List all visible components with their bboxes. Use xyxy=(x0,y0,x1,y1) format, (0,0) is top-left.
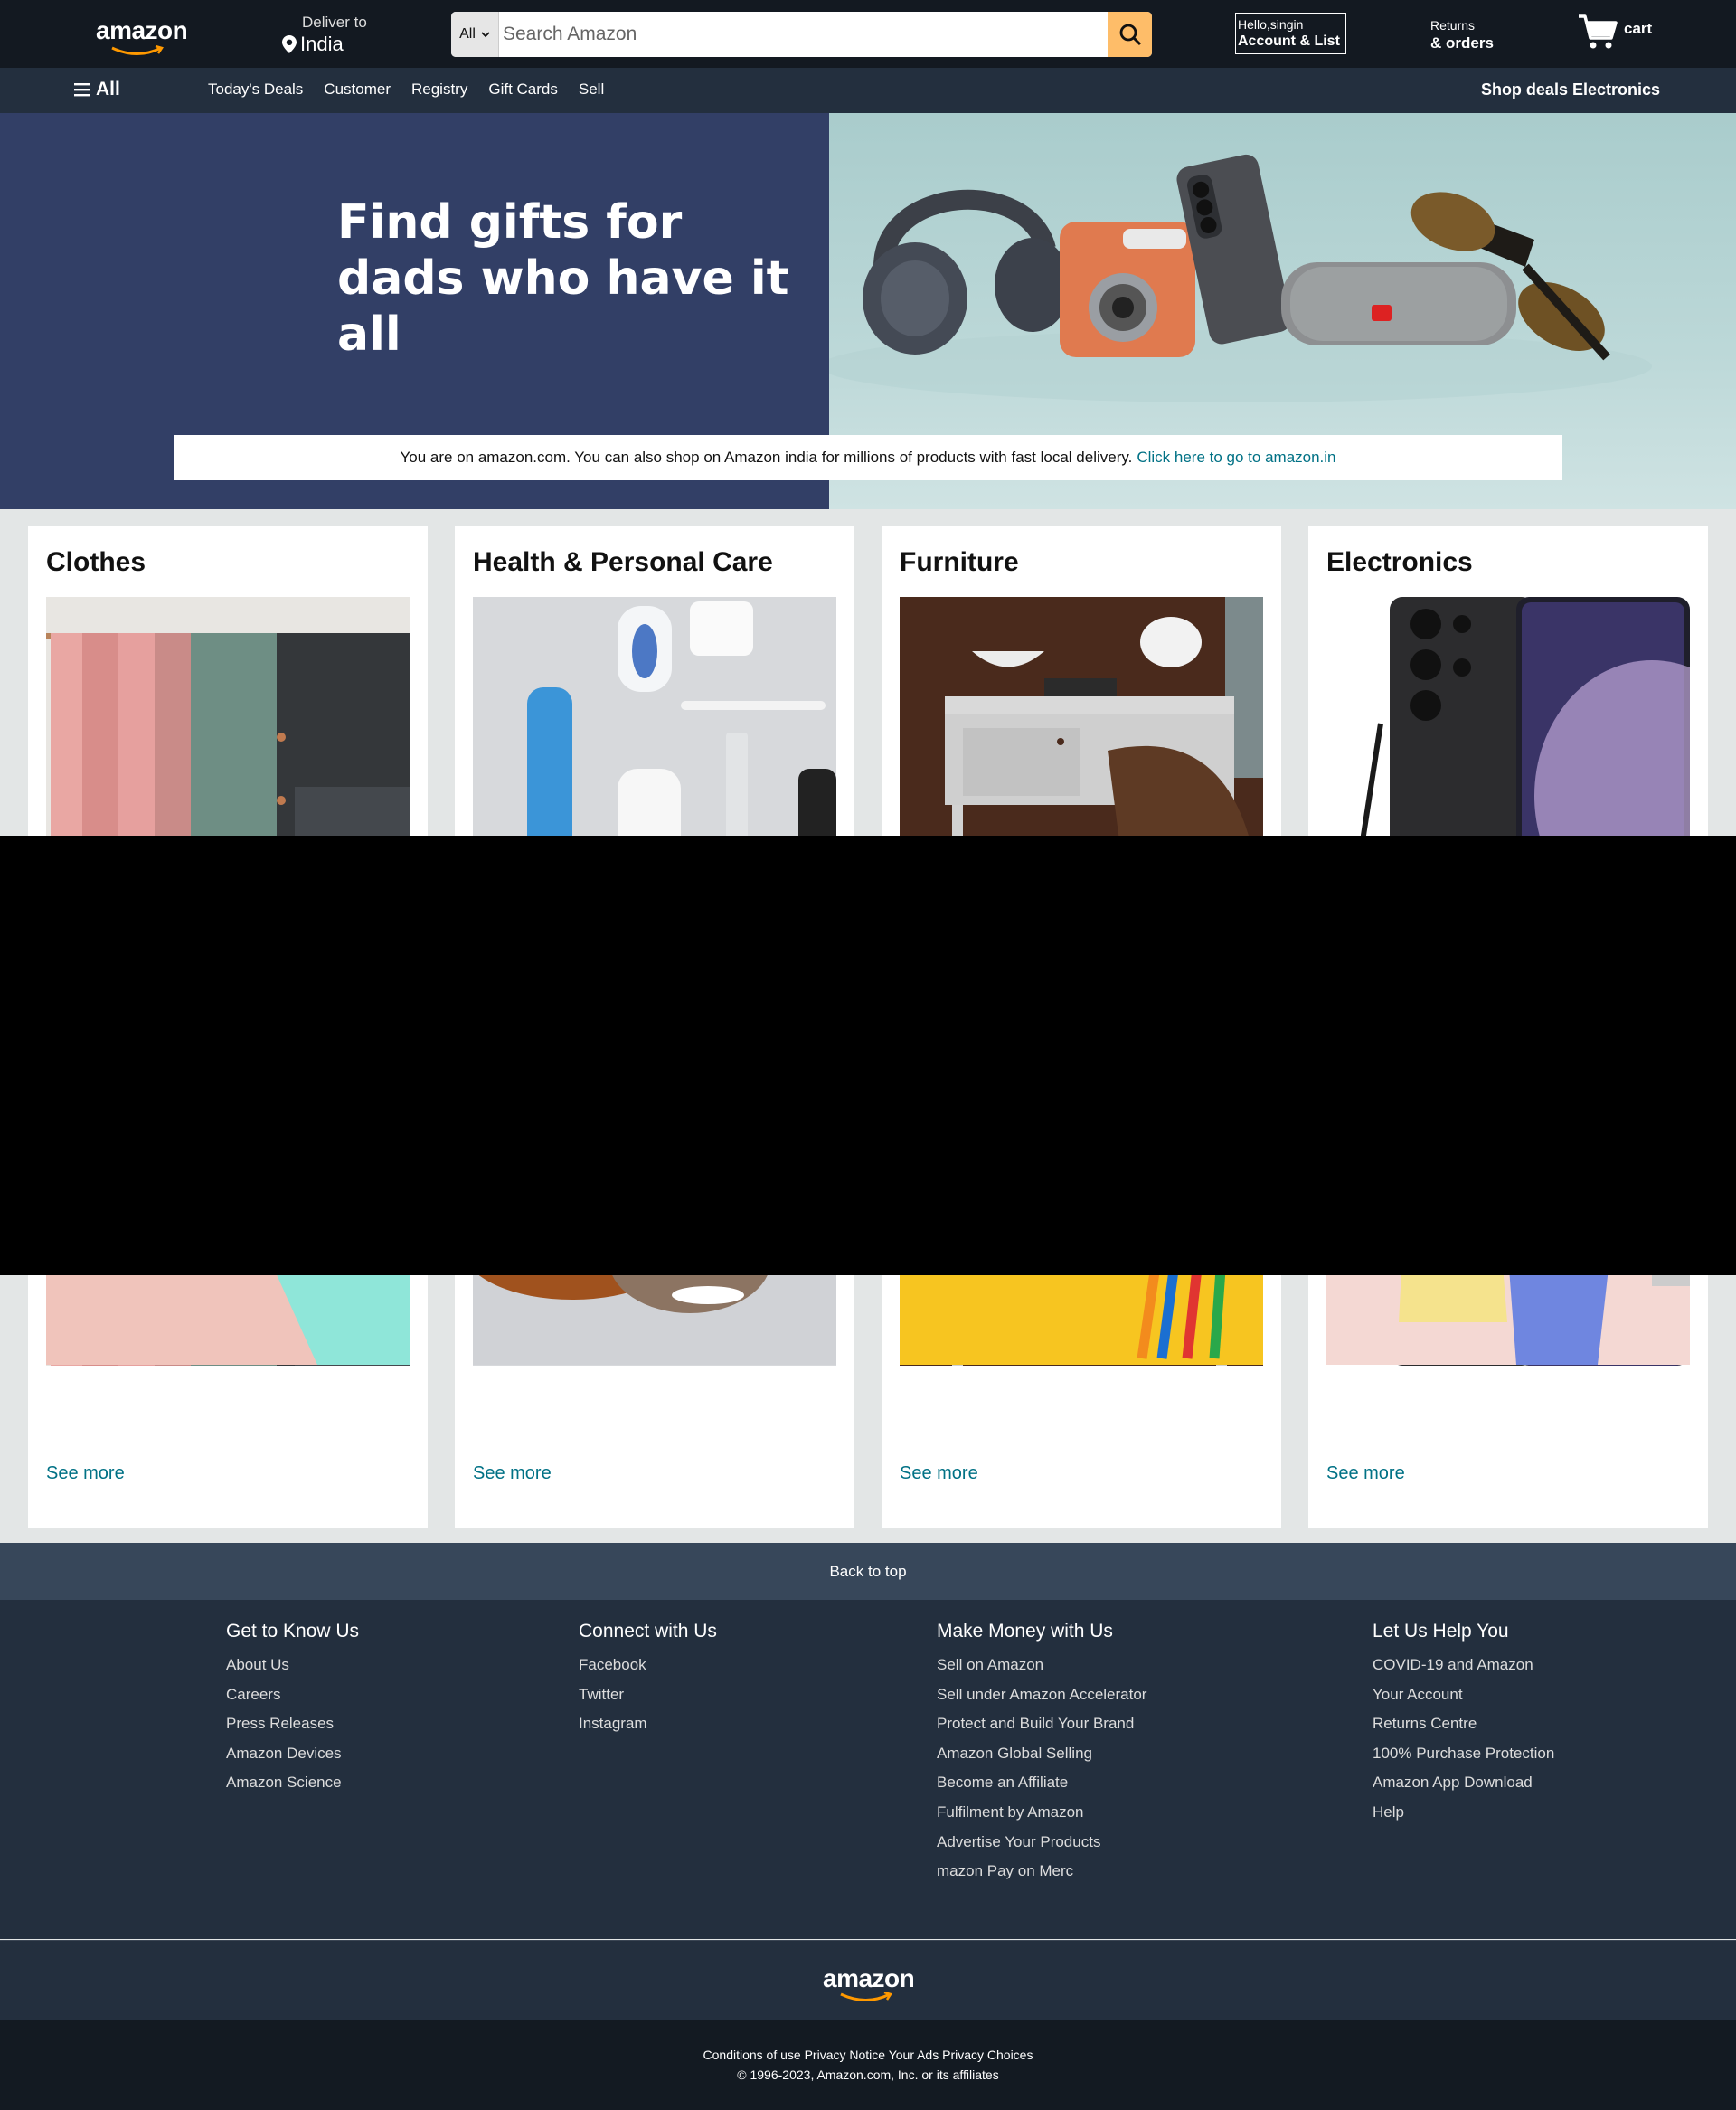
footer-link[interactable]: Amazon Global Selling xyxy=(937,1739,1146,1769)
all-menu-button[interactable]: All xyxy=(74,79,120,100)
nav-link-sell[interactable]: Sell xyxy=(579,80,604,99)
cart-icon xyxy=(1579,14,1618,49)
see-more-link[interactable]: See more xyxy=(46,1463,125,1484)
footer-link[interactable]: Amazon Devices xyxy=(226,1739,359,1769)
account-label: Account & List xyxy=(1238,33,1340,49)
speaker-image xyxy=(1281,262,1516,345)
card-title: Furniture xyxy=(900,547,1019,577)
smile-icon xyxy=(840,1992,892,2001)
footer-link[interactable]: Protect and Build Your Brand xyxy=(937,1709,1146,1739)
orders-label: & orders xyxy=(1430,34,1494,52)
search-input[interactable] xyxy=(499,12,1108,57)
footer-heading: Connect with Us xyxy=(579,1621,717,1642)
nav-links: Today's Deals Customer Registry Gift Car… xyxy=(208,80,625,99)
search-category-label: All xyxy=(459,26,476,42)
footer-link[interactable]: Help xyxy=(1373,1798,1554,1828)
footer-heading: Get to Know Us xyxy=(226,1621,360,1642)
footer-links: Get to Know Us About Us Careers Press Re… xyxy=(0,1600,1736,1939)
redacted-region xyxy=(0,836,1736,1275)
returns-label: Returns xyxy=(1430,18,1476,33)
secondary-nav: All Today's Deals Customer Registry Gift… xyxy=(0,68,1736,113)
footer-column-connect-with-us: Connect with Us Facebook Twitter Instagr… xyxy=(579,1621,717,1739)
footer-link[interactable]: Careers xyxy=(226,1680,359,1710)
card-title: Health & Personal Care xyxy=(473,547,773,577)
legal-bar: Conditions of use Privacy Notice Your Ad… xyxy=(0,2020,1736,2110)
footer-link[interactable]: 100% Purchase Protection xyxy=(1373,1739,1554,1769)
see-more-link[interactable]: See more xyxy=(473,1463,552,1484)
back-to-top-button[interactable]: Back to top xyxy=(0,1543,1736,1600)
footer-logo-text: amazon xyxy=(823,1964,915,1992)
nav-link-customer[interactable]: Customer xyxy=(324,80,391,99)
see-more-link[interactable]: See more xyxy=(900,1463,978,1484)
card-title: Clothes xyxy=(46,547,146,577)
footer-link[interactable]: Amazon Science xyxy=(226,1768,359,1798)
deliver-label: Deliver to xyxy=(302,14,367,31)
top-nav-bar: amazon Deliver to India All Hello,singin… xyxy=(0,0,1736,68)
footer-link[interactable]: Advertise Your Products xyxy=(937,1828,1146,1858)
deliver-location: India xyxy=(300,33,344,55)
cart[interactable]: cart xyxy=(1577,13,1652,51)
footer-column-help: Let Us Help You COVID-19 and Amazon Your… xyxy=(1373,1621,1554,1828)
footer-link[interactable]: Facebook xyxy=(579,1651,717,1680)
returns-orders[interactable]: Returns & orders xyxy=(1430,18,1494,52)
hero-title: Find gifts for dads who have it all xyxy=(337,194,807,363)
chevron-down-icon xyxy=(481,31,490,37)
instant-camera-image xyxy=(1060,222,1195,357)
footer-heading: Make Money with Us xyxy=(937,1621,1113,1642)
footer-link[interactable]: About Us xyxy=(226,1651,359,1680)
footer-logo-bar: amazon xyxy=(0,1940,1736,2020)
logo-text: amazon xyxy=(96,16,188,44)
nav-link-todays-deals[interactable]: Today's Deals xyxy=(208,80,303,99)
smile-icon xyxy=(111,45,164,55)
search-icon xyxy=(1119,24,1141,46)
footer-link[interactable]: Returns Centre xyxy=(1373,1709,1554,1739)
nav-link-registry[interactable]: Registry xyxy=(411,80,467,99)
card-title: Electronics xyxy=(1326,547,1473,577)
see-more-link[interactable]: See more xyxy=(1326,1463,1405,1484)
cart-label: cart xyxy=(1624,20,1653,37)
copyright: © 1996-2023, Amazon.com, Inc. or its aff… xyxy=(737,2067,999,2082)
hero-title-line-2: dads who have it all xyxy=(337,251,789,362)
all-menu-label: All xyxy=(96,79,120,99)
footer-link[interactable]: Press Releases xyxy=(226,1709,359,1739)
locale-notice: You are on amazon.com. You can also shop… xyxy=(174,435,1562,480)
footer-heading: Let Us Help You xyxy=(1373,1621,1509,1642)
footer-link[interactable]: Your Account xyxy=(1373,1680,1554,1710)
nav-link-gift-cards[interactable]: Gift Cards xyxy=(488,80,558,99)
footer-amazon-logo[interactable]: amazon xyxy=(823,1964,922,2001)
hamburger-icon xyxy=(74,83,90,97)
footer-link[interactable]: Instagram xyxy=(579,1709,717,1739)
footer-link[interactable]: Amazon App Download xyxy=(1373,1768,1554,1798)
amazon-logo[interactable]: amazon xyxy=(94,16,193,55)
hero-title-line-1: Find gifts for xyxy=(337,195,683,250)
footer-link[interactable]: Become an Affiliate xyxy=(937,1768,1146,1798)
footer-link[interactable]: Sell under Amazon Accelerator xyxy=(937,1680,1146,1710)
footer-column-make-money: Make Money with Us Sell on Amazon Sell u… xyxy=(937,1621,1146,1887)
footer-column-get-to-know-us: Get to Know Us About Us Careers Press Re… xyxy=(226,1621,359,1798)
footer-link[interactable]: Twitter xyxy=(579,1680,717,1710)
shop-deals-link[interactable]: Shop deals Electronics xyxy=(1481,80,1660,99)
search-bar: All xyxy=(451,12,1152,57)
search-category-select[interactable]: All xyxy=(451,12,499,57)
footer-link[interactable]: mazon Pay on Merc xyxy=(937,1857,1146,1887)
deliver-to[interactable]: Deliver to India xyxy=(282,14,367,56)
amazon-in-link[interactable]: Click here to go to amazon.in xyxy=(1137,449,1335,467)
locale-notice-text: You are on amazon.com. You can also shop… xyxy=(400,449,1133,466)
footer-link[interactable]: COVID-19 and Amazon xyxy=(1373,1651,1554,1680)
location-pin-icon xyxy=(282,35,297,53)
legal-links[interactable]: Conditions of use Privacy Notice Your Ad… xyxy=(0,2045,1736,2065)
footer-link[interactable]: Fulfilment by Amazon xyxy=(937,1798,1146,1828)
footer-link[interactable]: Sell on Amazon xyxy=(937,1651,1146,1680)
account-lists[interactable]: Hello,singin Account & List xyxy=(1235,13,1346,54)
headphones-image xyxy=(863,189,1071,355)
account-greeting: Hello,singin xyxy=(1238,17,1304,32)
search-button[interactable] xyxy=(1108,12,1152,57)
